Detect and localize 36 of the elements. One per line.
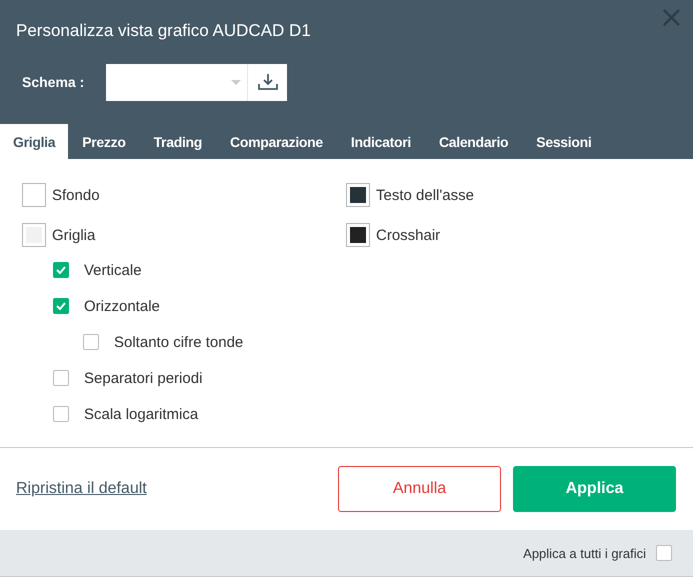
dialog-title: Personalizza vista grafico AUDCAD D1 bbox=[16, 21, 311, 41]
color-swatch[interactable] bbox=[22, 223, 46, 247]
color-setting-label: Crosshair bbox=[376, 226, 440, 244]
cancel-button[interactable]: Annulla bbox=[338, 466, 501, 512]
color-swatch[interactable] bbox=[346, 183, 370, 207]
apply-all-checkbox[interactable] bbox=[656, 545, 672, 561]
tab[interactable]: Trading bbox=[140, 124, 216, 159]
tab[interactable]: Comparazione bbox=[216, 124, 337, 159]
schema-label: Schema : bbox=[22, 74, 86, 90]
tab[interactable]: Calendario bbox=[424, 124, 522, 159]
color-setting-label: Testo dell'asse bbox=[376, 186, 474, 204]
color-setting-label: Sfondo bbox=[52, 186, 100, 204]
checkbox-label: Orizzontale bbox=[84, 298, 160, 314]
checkmark-icon bbox=[56, 266, 66, 274]
reset-default-link[interactable]: Ripristina il default bbox=[16, 480, 147, 498]
checkbox-label: Separatori periodi bbox=[84, 370, 202, 386]
checkbox[interactable] bbox=[83, 334, 99, 350]
download-button[interactable] bbox=[248, 64, 287, 100]
checkbox[interactable] bbox=[53, 406, 69, 422]
caret-icon bbox=[231, 80, 241, 84]
tab[interactable]: Griglia bbox=[0, 124, 68, 159]
download-icon bbox=[258, 73, 278, 91]
checkbox-label: Soltanto cifre tonde bbox=[114, 334, 244, 350]
tab[interactable]: Prezzo bbox=[68, 124, 140, 159]
color-swatch[interactable] bbox=[22, 183, 46, 207]
color-setting-label: Griglia bbox=[52, 226, 96, 244]
checkbox[interactable] bbox=[53, 298, 69, 314]
apply-all-label: Applica a tutti i grafici bbox=[523, 546, 646, 560]
tab[interactable]: Indicatori bbox=[336, 124, 425, 159]
checkmark-icon bbox=[56, 302, 66, 310]
color-swatch[interactable] bbox=[346, 223, 370, 247]
checkbox[interactable] bbox=[53, 262, 69, 278]
tab[interactable]: Sessioni bbox=[522, 124, 606, 159]
checkbox[interactable] bbox=[53, 370, 69, 386]
checkbox-label: Verticale bbox=[84, 262, 142, 278]
checkbox-label: Scala logaritmica bbox=[84, 406, 198, 422]
